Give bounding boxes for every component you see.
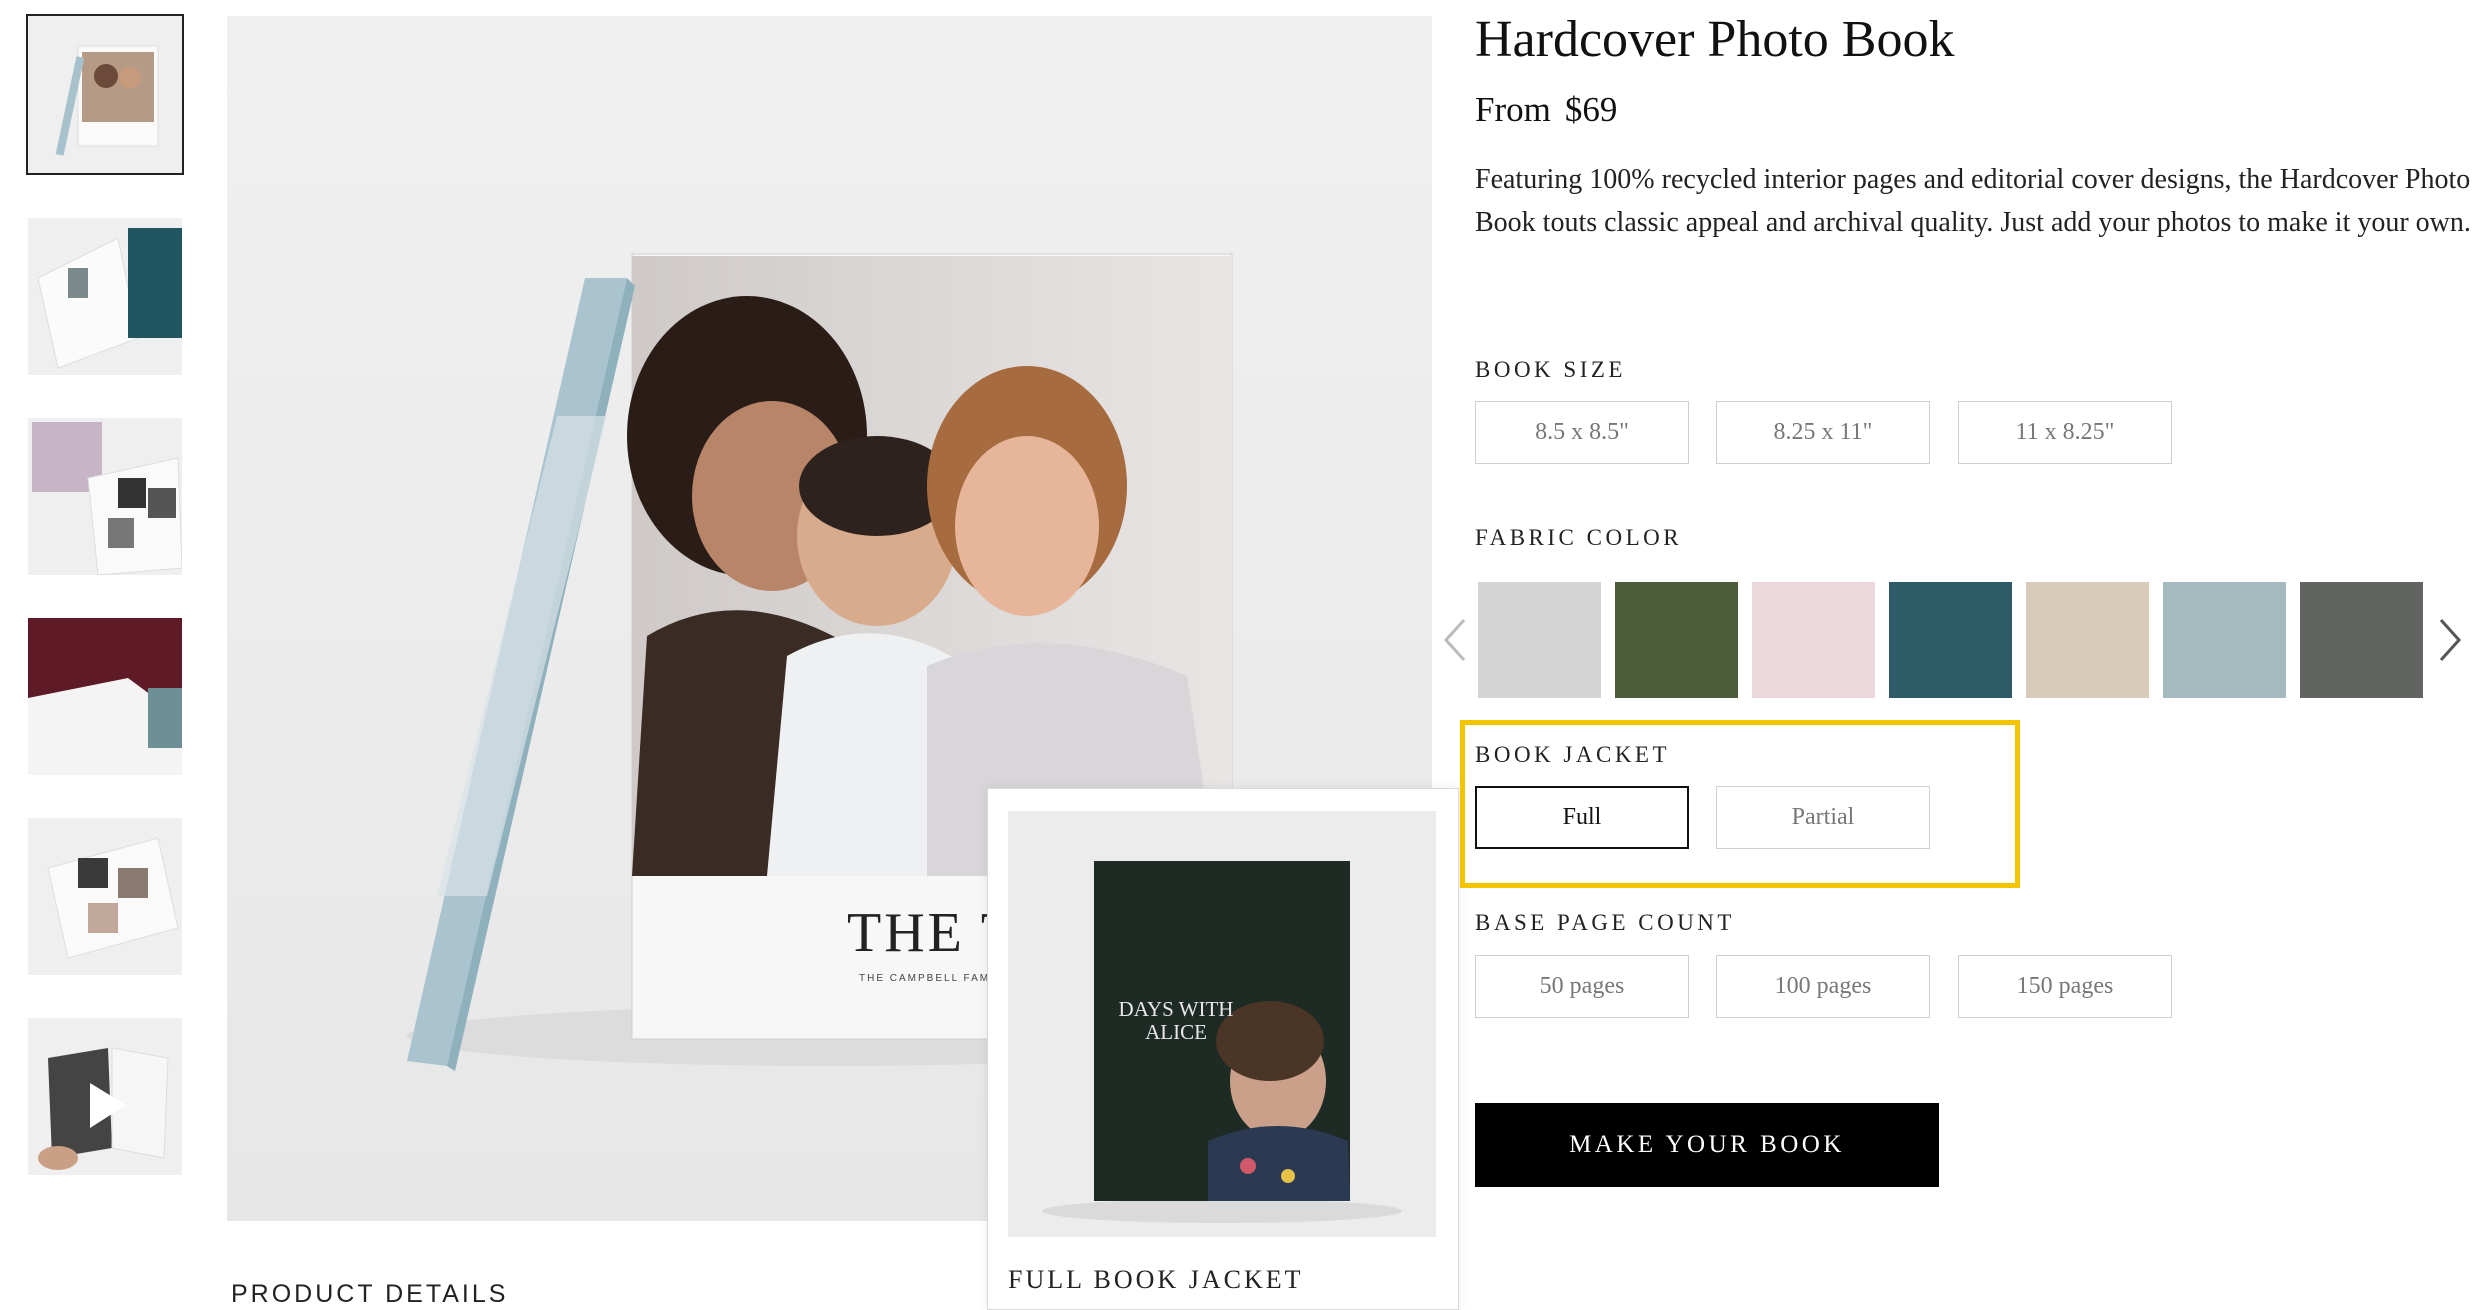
photo-collage-thumbnail-icon [28, 818, 182, 975]
fabric-swatch-7[interactable] [2300, 582, 2423, 698]
book-spread-thumbnail-icon [28, 418, 182, 575]
product-description: Featuring 100% recycled interior pages a… [1475, 164, 2471, 238]
book-jacket-image-icon: DAYS WITH ALICE [1008, 811, 1436, 1237]
cover-subtitle: THE CAMPBELL FAMI [859, 973, 995, 984]
full-book-jacket-popup: DAYS WITH ALICE FULL BOOK JACKET [987, 788, 1459, 1310]
thumbnail-4[interactable] [28, 618, 182, 775]
book-size-option-3[interactable]: 11 x 8.25" [1958, 401, 2172, 464]
fabric-swatch-1[interactable] [1478, 582, 1601, 698]
popup-book-title-line1: DAYS WITH [1119, 997, 1234, 1021]
fabric-swatch-4[interactable] [1889, 582, 2012, 698]
fabric-color-label: FABRIC COLOR [1475, 525, 1683, 550]
book-jacket-label: BOOK JACKET [1475, 742, 1671, 767]
chevron-left-icon[interactable] [1440, 610, 1470, 670]
popup-label: FULL BOOK JACKET [1008, 1265, 1304, 1294]
video-thumbnail-icon [28, 1018, 182, 1175]
product-title: Hardcover Photo Book [1475, 11, 1955, 68]
open-book-thumbnail-icon [28, 218, 182, 375]
fabric-swatch-5[interactable] [2026, 582, 2149, 698]
book-size-option-2[interactable]: 8.25 x 11" [1716, 401, 1930, 464]
popup-book-title-line2: ALICE [1145, 1020, 1207, 1044]
floral-book-thumbnail-icon [28, 618, 182, 775]
chevron-right-icon[interactable] [2435, 610, 2465, 670]
page-count-option-50[interactable]: 50 pages [1475, 955, 1689, 1018]
fabric-swatch-3[interactable] [1752, 582, 1875, 698]
full-book-jacket-image: DAYS WITH ALICE [1008, 811, 1436, 1237]
thumbnail-6[interactable] [28, 1018, 182, 1175]
base-page-count-label: BASE PAGE COUNT [1475, 910, 1735, 935]
fabric-swatch-2[interactable] [1615, 582, 1738, 698]
price-row: From $69 [1475, 90, 1617, 130]
product-details-heading[interactable]: PRODUCT DETAILS [231, 1280, 508, 1309]
thumbnail-3[interactable] [28, 418, 182, 575]
book-size-label: BOOK SIZE [1475, 357, 1626, 382]
thumbnail-2[interactable] [28, 218, 182, 375]
book-cover-thumbnail-icon [28, 16, 182, 173]
book-jacket-option-full[interactable]: Full [1475, 786, 1689, 849]
thumbnail-5[interactable] [28, 818, 182, 975]
thumbnail-1[interactable] [26, 14, 184, 175]
make-your-book-button[interactable]: MAKE YOUR BOOK [1475, 1103, 1939, 1187]
book-jacket-option-partial[interactable]: Partial [1716, 786, 1930, 849]
fabric-swatch-6[interactable] [2163, 582, 2286, 698]
page-count-option-150[interactable]: 150 pages [1958, 955, 2172, 1018]
book-size-option-1[interactable]: 8.5 x 8.5" [1475, 401, 1689, 464]
page-count-option-100[interactable]: 100 pages [1716, 955, 1930, 1018]
price-prefix: From [1475, 90, 1551, 129]
price-value: $69 [1564, 90, 1618, 129]
